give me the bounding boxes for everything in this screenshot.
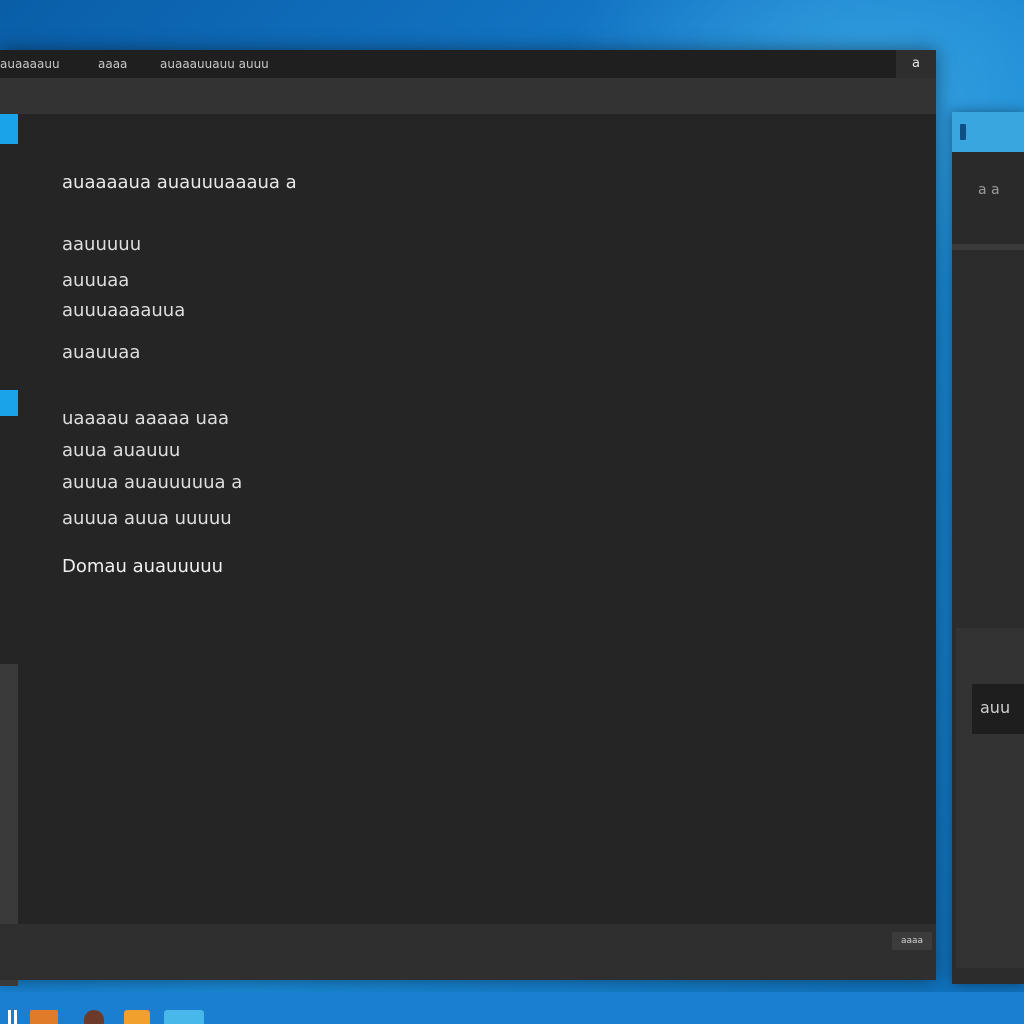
content-line[interactable]: auuuaa xyxy=(62,270,129,291)
content-line[interactable]: auuua auauuuuua a xyxy=(62,472,242,493)
status-chip[interactable]: aaaa xyxy=(892,932,932,950)
title-menu-item-2[interactable]: aaaa xyxy=(98,57,127,71)
start-icon[interactable] xyxy=(6,1010,20,1024)
rail-marker-middle[interactable] xyxy=(0,390,18,416)
side-lower-panel xyxy=(956,628,1024,968)
app2-icon[interactable] xyxy=(164,1010,204,1024)
content-line[interactable]: uaaaau aaaaa uaa xyxy=(62,408,229,429)
app-icon xyxy=(960,124,966,140)
side-input-field[interactable]: auu xyxy=(972,684,1024,734)
app-icon[interactable] xyxy=(124,1010,150,1024)
main-window: auaaaauu aaaa auaaauuauu auuu a auaaaaua… xyxy=(0,50,936,986)
content-line[interactable]: Domau auauuuuu xyxy=(62,556,223,577)
left-rail xyxy=(0,114,18,986)
side-window-header: a a xyxy=(952,152,1024,244)
content-line[interactable]: auuua auua uuuuu xyxy=(62,508,232,529)
person-icon[interactable] xyxy=(84,1010,104,1024)
toolbar xyxy=(0,78,936,114)
content-heading: auaaaaua auauuuaaaua a xyxy=(62,172,297,193)
content-line[interactable]: auua auauuu xyxy=(62,440,180,461)
window-title: auaaauuauu auuu xyxy=(160,57,269,71)
taskbar xyxy=(0,992,1024,1024)
title-action-button[interactable]: a xyxy=(896,50,936,78)
side-window-title-bar xyxy=(952,112,1024,152)
side-divider xyxy=(952,244,1024,250)
rail-marker-top[interactable] xyxy=(0,114,18,144)
title-bar: auaaaauu aaaa auaaauuauu auuu a xyxy=(0,50,936,78)
content-line[interactable]: aauuuuu xyxy=(62,234,141,255)
title-menu-item-1[interactable]: auaaaauu xyxy=(0,57,60,71)
content-line[interactable]: auuuaaaauua xyxy=(62,300,185,321)
folder-icon[interactable] xyxy=(30,1010,58,1024)
content-area: auaaaaua auauuuaaaua a aauuuuu auuuaa au… xyxy=(18,114,936,924)
side-header-text: a a xyxy=(978,182,1000,198)
side-field-text: auu xyxy=(980,698,1011,717)
status-bar: aaaa xyxy=(0,924,936,980)
content-line[interactable]: auauuaa xyxy=(62,342,140,363)
desktop: auaaaauu aaaa auaaauuauu auuu a auaaaaua… xyxy=(0,0,1024,1024)
side-window: a a auu xyxy=(952,112,1024,984)
